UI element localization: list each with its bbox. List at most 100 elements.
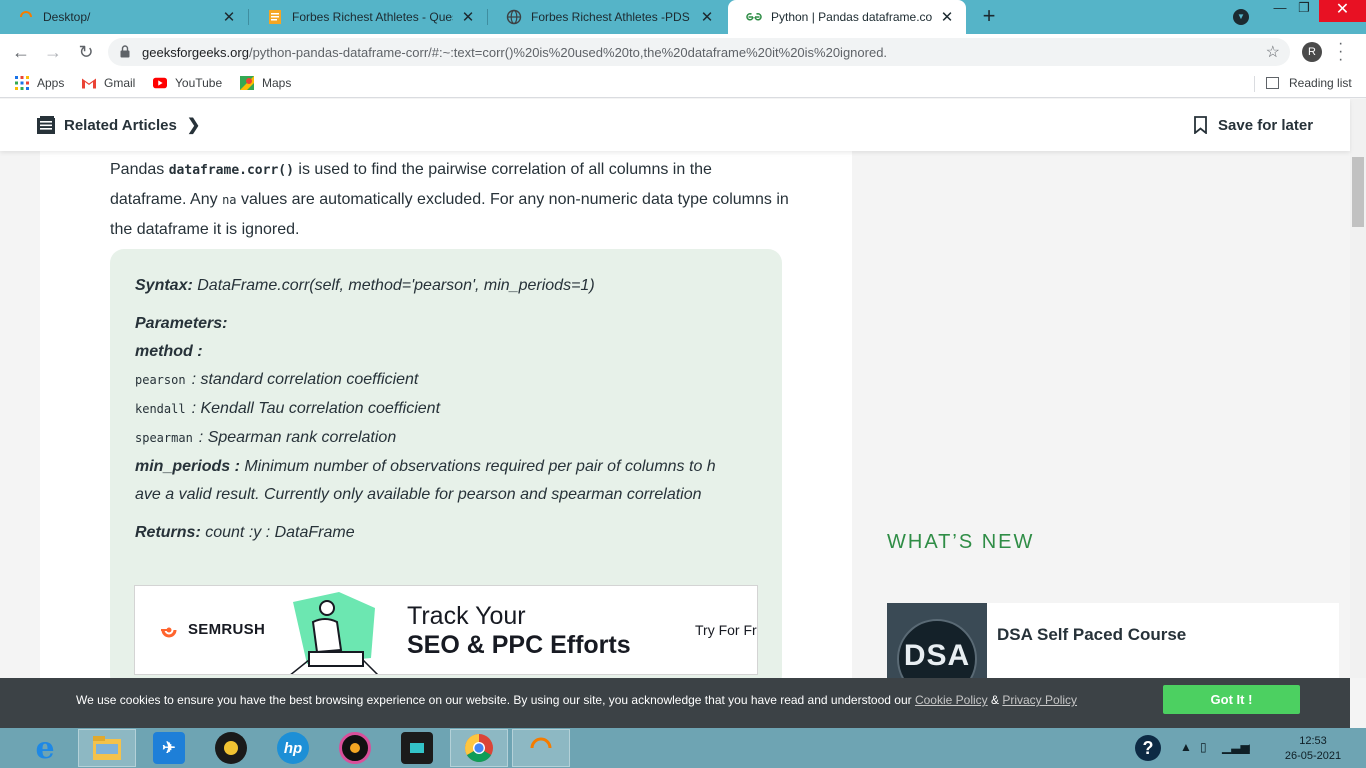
dsa-thumbnail: DSA [887, 603, 987, 678]
tab-close-icon[interactable]: ✕ [698, 8, 716, 26]
chrome-menu-icon[interactable]: · · · [1338, 36, 1343, 68]
url-path: /python-pandas-dataframe-corr/#:~:text=c… [248, 45, 888, 60]
method-option-kendall: kendall : Kendall Tau correlation coeffic… [135, 400, 440, 418]
restore-icon[interactable]: ❐ [1294, 0, 1314, 22]
web-page: Related Articles ❯ Save for later Pandas… [0, 99, 1366, 678]
whats-new-heading: WHAT’S NEW [887, 531, 1035, 553]
tray-expand-icon[interactable]: ▲ [1180, 740, 1192, 754]
gmail-icon [82, 78, 96, 89]
bookmark-star-icon[interactable]: ☆ [1266, 42, 1280, 62]
cookie-consent-bar: We use cookies to ensure you have the be… [0, 678, 1350, 728]
save-for-later-button[interactable]: Save for later [1194, 116, 1313, 134]
tab-forbes-pds[interactable]: Forbes Richest Athletes -PDS Solu ✕ [488, 0, 726, 34]
ad-illustration-icon [290, 592, 379, 674]
ad-headline-1: Track Your [407, 602, 526, 630]
returns-label: Returns: [135, 524, 201, 541]
tab-title: Forbes Richest Athletes - Questio [292, 10, 453, 24]
taskbar-chrome[interactable] [450, 729, 508, 767]
system-clock[interactable]: 12:53 26-05-2021 [1278, 734, 1348, 764]
related-articles-button[interactable]: Related Articles ❯ [36, 115, 200, 135]
dsa-course-card[interactable]: DSA DSA Self Paced Course [887, 603, 1339, 678]
bookmark-gmail[interactable]: Gmail [82, 76, 135, 90]
dsa-badge: DSA [897, 619, 977, 678]
related-articles-label: Related Articles [64, 116, 177, 134]
returns-value: count :y : DataFrame [200, 524, 355, 541]
method-name: pearson [135, 373, 186, 387]
reload-icon[interactable]: ↻ [75, 41, 97, 63]
apps-grid-icon [15, 76, 29, 90]
min-periods-desc: ave a valid result. Currently only avail… [135, 486, 702, 503]
taskbar-app-rocket[interactable]: ✈ [140, 729, 198, 767]
method-option-spearman: spearman: Spearman rank correlation [135, 429, 396, 447]
method-name: kendall [135, 402, 186, 416]
windows-taskbar: e ✈ hp ? ▲ ▯ ▁▃▅ 🔈︎ 12:53 26-05-2021 [0, 728, 1366, 768]
method-desc: : Kendall Tau correlation coefficient [191, 400, 441, 417]
volume-icon[interactable]: 🔈︎ [1246, 740, 1253, 755]
new-tab-plus-icon[interactable]: + [978, 5, 1000, 28]
help-icon[interactable]: ? [1135, 735, 1161, 761]
address-bar[interactable]: geeksforgeeks.org/python-pandas-datafram… [108, 38, 1290, 66]
minimize-icon[interactable]: — [1270, 0, 1290, 22]
bookmark-apps[interactable]: Apps [15, 76, 64, 90]
semrush-ad-banner[interactable]: SEMRUSH Track Your SEO & PPC Efforts Try… [134, 585, 758, 675]
method-label: method : [135, 343, 203, 360]
taskbar-app-media[interactable] [326, 729, 384, 767]
article-subheader: Related Articles ❯ Save for later [0, 99, 1350, 151]
taskbar-app-disc[interactable] [202, 729, 260, 767]
bookmarks-bar: Apps Gmail YouTube Maps Reading list [0, 70, 1366, 98]
cookie-amp: & [987, 693, 1003, 707]
bookmark-youtube[interactable]: YouTube [153, 76, 222, 90]
method-name: spearman [135, 431, 193, 445]
parameters-label: Parameters: [135, 315, 228, 332]
bookmarks-divider [1254, 76, 1255, 92]
tab-forbes-question[interactable]: Forbes Richest Athletes - Questio ✕ [249, 0, 487, 34]
tab-search-icon[interactable]: ▼ [1233, 9, 1249, 25]
tab-close-icon[interactable]: ✕ [938, 8, 956, 26]
tab-close-icon[interactable]: ✕ [459, 8, 477, 26]
internet-explorer-icon: e [35, 730, 55, 766]
rocket-icon: ✈ [153, 732, 185, 764]
min-periods-line: min_periods : Minimum number of observat… [135, 458, 716, 476]
save-for-later-label: Save for later [1218, 116, 1314, 134]
dsa-course-title[interactable]: DSA Self Paced Course [997, 625, 1186, 645]
back-arrow-icon[interactable]: ← [10, 41, 32, 63]
privacy-policy-link[interactable]: Privacy Policy [1002, 693, 1077, 707]
bookmark-maps[interactable]: Maps [240, 76, 291, 90]
hp-logo-icon: hp [277, 732, 309, 764]
taskbar-hp[interactable]: hp [264, 729, 322, 767]
intro-text: Pandas [110, 161, 169, 178]
profile-avatar[interactable]: R [1302, 42, 1322, 62]
folder-icon [93, 736, 121, 760]
right-sidebar: WHAT’S NEW DSA DSA Self Paced Course [852, 151, 1350, 678]
reading-list-label: Reading list [1289, 76, 1352, 90]
bookmark-label: Apps [37, 76, 65, 90]
video-camera-icon [401, 732, 433, 764]
tab-desktop[interactable]: Desktop/ ✕ [0, 0, 248, 34]
taskbar-ie[interactable]: e [16, 729, 74, 767]
scrollbar-thumb[interactable] [1352, 157, 1364, 227]
syntax-value: DataFrame.corr(self, method='pearson', m… [192, 277, 595, 294]
got-it-button[interactable]: Got It ! [1163, 685, 1300, 714]
tab-close-icon[interactable]: ✕ [220, 8, 238, 26]
network-icon[interactable]: ▯ [1200, 740, 1207, 754]
spinner-icon [530, 737, 552, 749]
window-close-icon[interactable]: ✕ [1319, 0, 1366, 22]
reading-list-button[interactable]: Reading list [1266, 76, 1352, 90]
taskbar-file-explorer[interactable] [78, 729, 136, 767]
forward-arrow-icon[interactable]: → [42, 41, 64, 63]
min-periods-line: ave a valid result. Currently only avail… [135, 486, 702, 504]
taskbar-app-camera[interactable] [388, 729, 446, 767]
address-toolbar: ← → ↻ geeksforgeeks.org/python-pandas-da… [0, 34, 1366, 70]
ad-cta[interactable]: Try For Fr [695, 622, 757, 638]
cookie-policy-link[interactable]: Cookie Policy [915, 693, 988, 707]
clock-time: 12:53 [1299, 735, 1327, 747]
taskbar-app-loading[interactable] [512, 729, 570, 767]
chevron-right-icon: ❯ [186, 117, 201, 134]
semrush-flame-icon [161, 627, 177, 637]
returns-line: Returns: count :y : DataFrame [135, 524, 355, 542]
media-player-icon [339, 732, 371, 764]
articles-icon [37, 116, 55, 134]
bookmark-label: Gmail [104, 76, 136, 90]
document-icon [267, 9, 283, 25]
tab-pandas-corr[interactable]: Python | Pandas dataframe.corr() ✕ [728, 0, 966, 34]
